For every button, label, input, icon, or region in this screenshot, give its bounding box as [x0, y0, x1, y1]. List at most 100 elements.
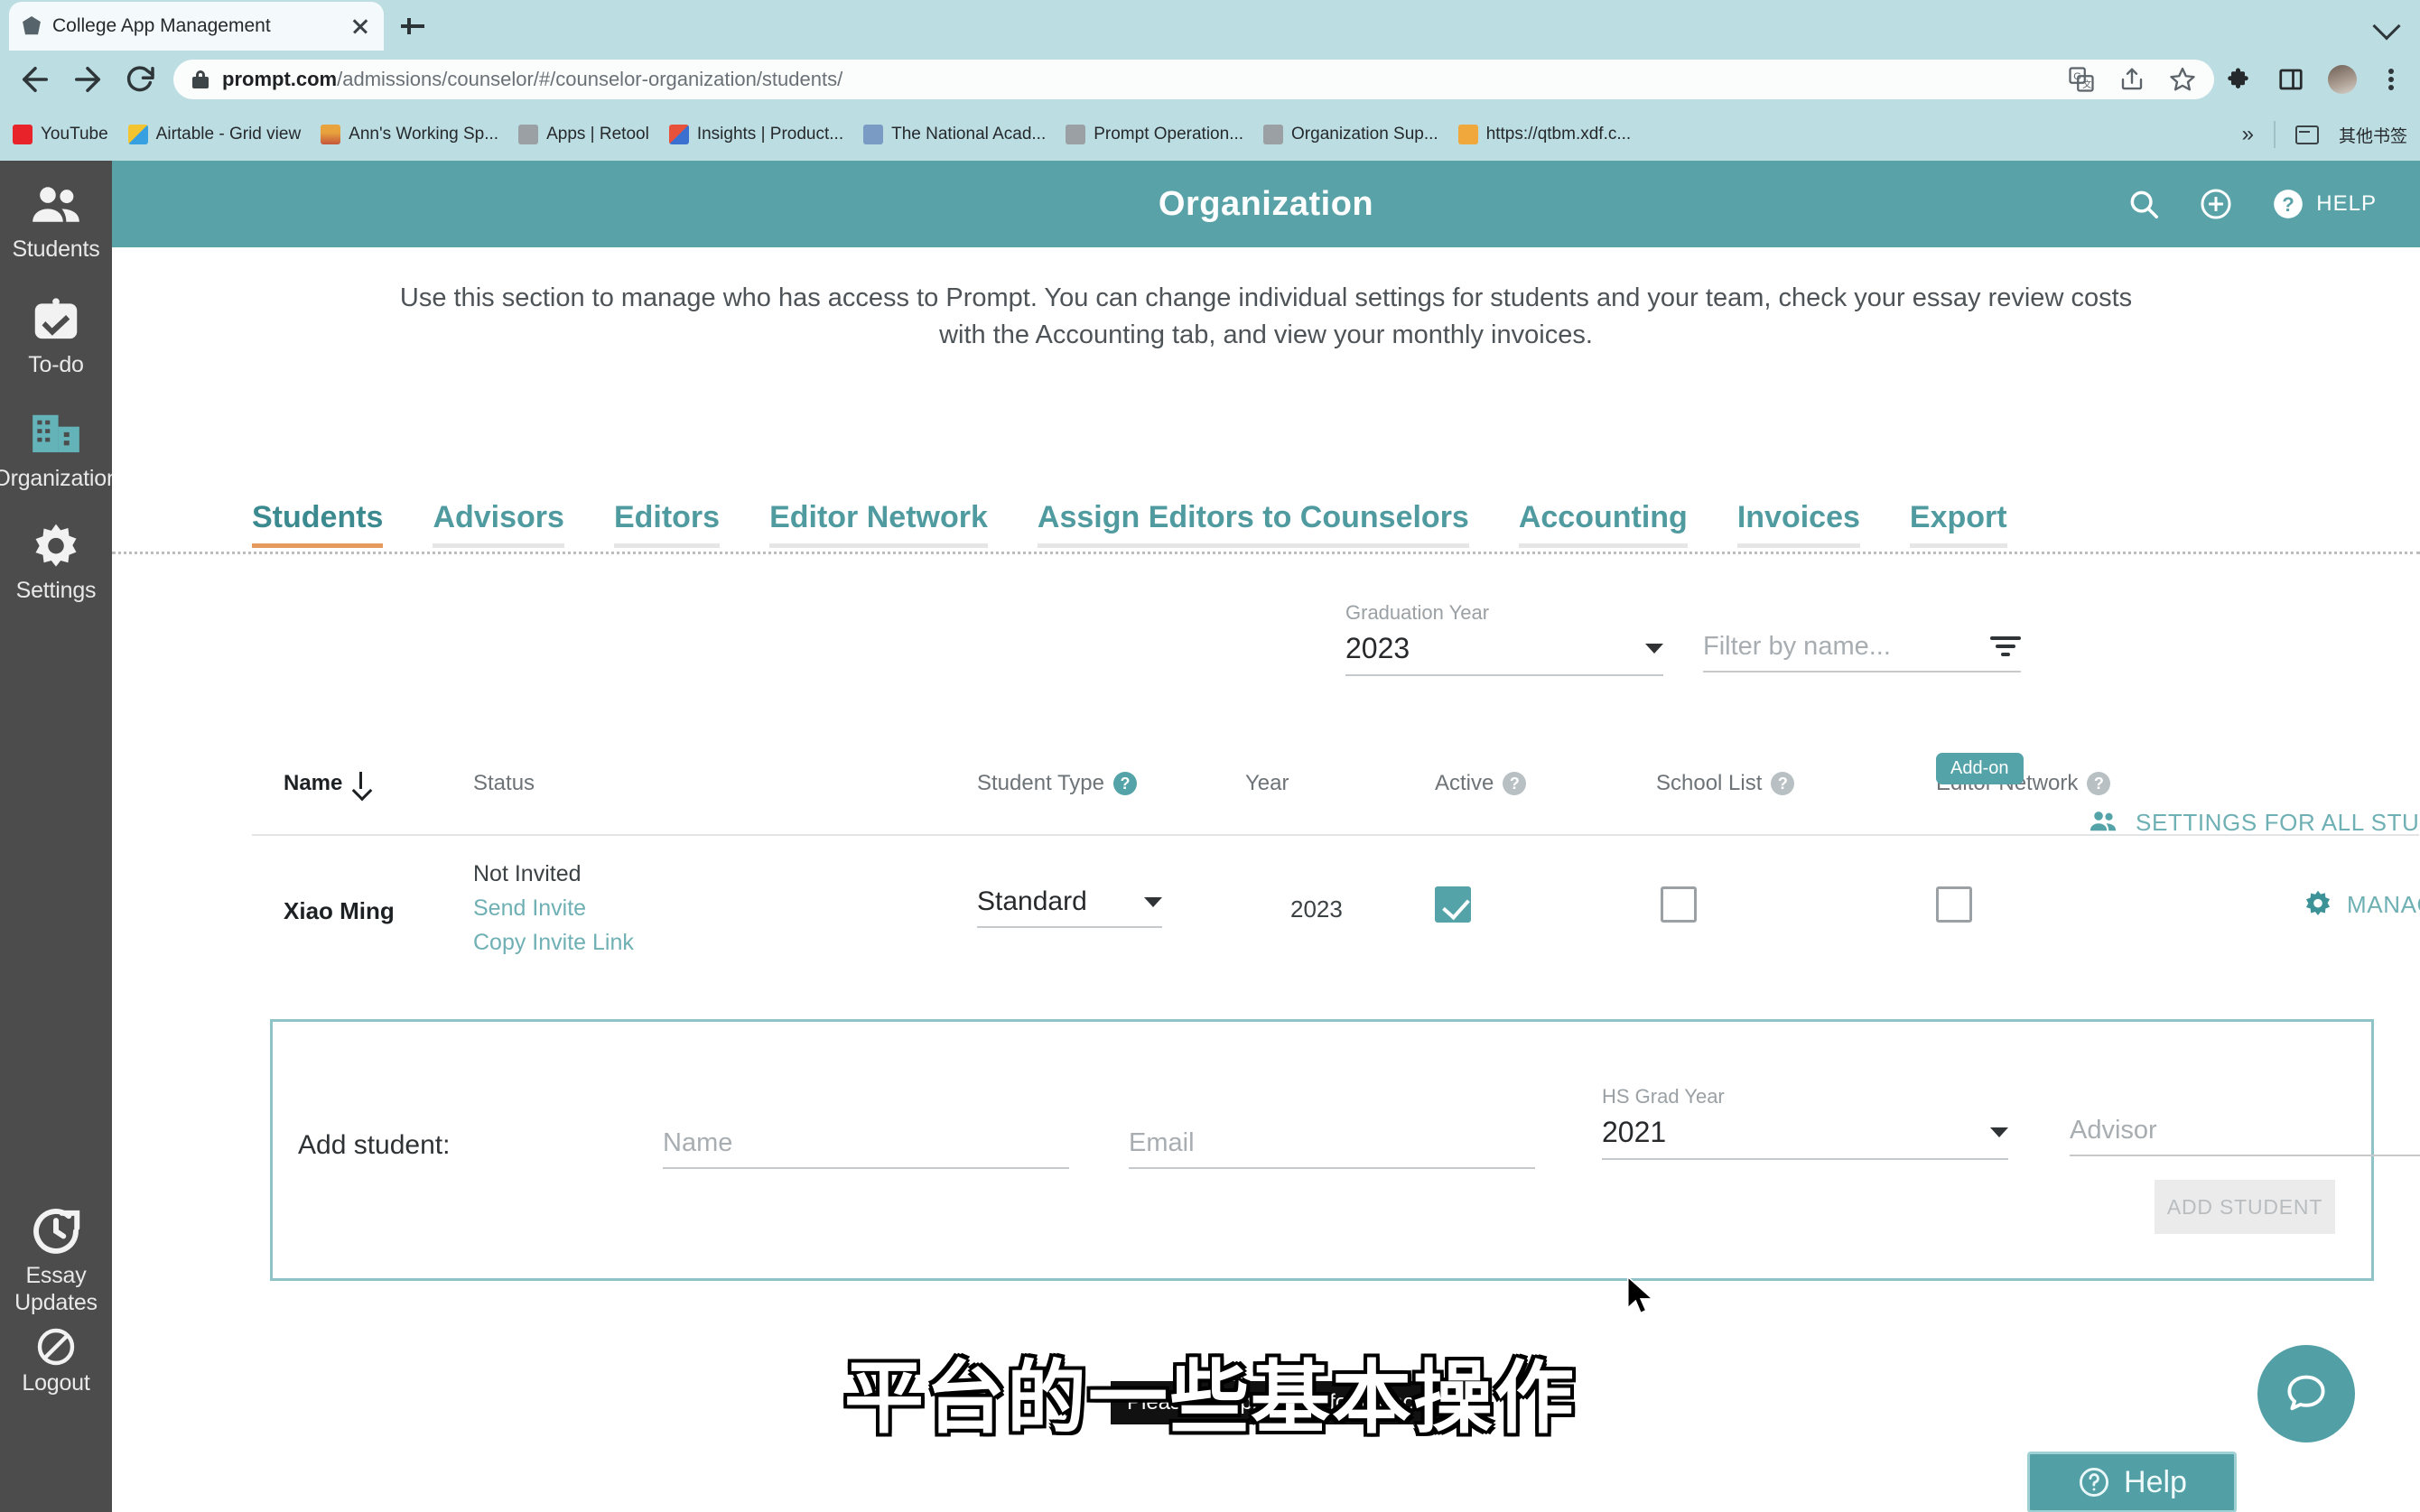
gear-icon: [35, 524, 77, 567]
editor-network-checkbox[interactable]: [1936, 886, 1972, 923]
bookmark-item[interactable]: Ann's Working Sp...: [321, 125, 498, 144]
bookmark-item[interactable]: Prompt Operation...: [1066, 125, 1243, 144]
chat-launcher-button[interactable]: [2257, 1345, 2355, 1442]
help-widget-label: Help: [2124, 1464, 2187, 1499]
forward-icon[interactable]: [69, 60, 107, 98]
profile-avatar[interactable]: [2328, 65, 2357, 94]
active-checkbox[interactable]: [1435, 886, 1471, 923]
new-tab-button[interactable]: [397, 11, 428, 42]
share-icon[interactable]: [2118, 66, 2145, 93]
omnibox-actions: G文: [2068, 66, 2196, 93]
add-student-email-input[interactable]: Email: [1129, 1128, 1535, 1169]
bookmark-item[interactable]: https://qtbm.xdf.c...: [1457, 125, 1632, 144]
add-student-name-input[interactable]: Name: [663, 1128, 1069, 1169]
help-icon[interactable]: ?: [1113, 772, 1137, 795]
svg-text:?: ?: [2283, 193, 2295, 216]
email-placeholder: Email: [1129, 1128, 1195, 1157]
bookmarks-bar: YouTube Airtable - Grid view Ann's Worki…: [0, 108, 2420, 161]
hs-grad-year-label: HS Grad Year: [1602, 1085, 1725, 1108]
sidebar-item-organization[interactable]: Organization: [0, 408, 119, 490]
close-icon[interactable]: [349, 15, 371, 37]
url-text: prompt.com/admissions/counselor/#/counse…: [222, 68, 842, 91]
send-invite-link[interactable]: Send Invite: [473, 895, 634, 922]
name-filter-field[interactable]: Filter by name...: [1703, 632, 2021, 673]
retool-icon: [1263, 125, 1284, 144]
bookmark-item[interactable]: Organization Sup...: [1263, 125, 1438, 144]
tab-students[interactable]: Students: [252, 500, 384, 548]
sidebar-item-label: Settings: [15, 578, 97, 603]
column-year: Year: [1245, 771, 1289, 796]
side-panel-icon[interactable]: [2277, 66, 2304, 93]
bookmark-label: https://qtbm.xdf.c...: [1485, 125, 1632, 144]
manage-button[interactable]: MANAGE: [2302, 888, 2420, 921]
add-student-grad-year-select[interactable]: HS Grad Year 2021: [1602, 1085, 2008, 1160]
sort-desc-icon[interactable]: [351, 772, 371, 795]
chevron-down-icon[interactable]: [2372, 12, 2401, 41]
url-path: /admissions/counselor/#/counselor-organi…: [337, 68, 843, 90]
tab-advisors[interactable]: Advisors: [433, 500, 564, 548]
bookmarks-overflow: » 其他书签: [2242, 121, 2407, 148]
bookmarks-overflow-icon[interactable]: »: [2242, 122, 2254, 147]
tab-export[interactable]: Export: [1909, 500, 2007, 548]
chrome-menu-icon[interactable]: [2380, 65, 2404, 94]
graduation-year-select[interactable]: Graduation Year 2023: [1345, 601, 1663, 676]
school-list-checkbox[interactable]: [1661, 886, 1697, 923]
bookmark-item[interactable]: Airtable - Grid view: [127, 125, 301, 144]
search-input[interactable]: Filter by name...: [1703, 632, 1891, 662]
insights-icon: [668, 125, 689, 144]
bookmark-item[interactable]: Apps | Retool: [518, 125, 649, 144]
help-icon[interactable]: ?: [2087, 772, 2111, 795]
sidebar-item-settings[interactable]: Settings: [0, 520, 112, 602]
sidebar: Students To-do Organization Settings Ess…: [0, 161, 119, 1512]
help-widget-button[interactable]: Help: [2027, 1452, 2237, 1512]
column-active: Active ?: [1435, 771, 1527, 796]
column-status: Status: [473, 771, 535, 796]
national-academies-icon: [863, 125, 884, 144]
extensions-puzzle-icon[interactable]: [2227, 66, 2254, 93]
address-bar[interactable]: prompt.com/admissions/counselor/#/counse…: [173, 60, 2214, 99]
bookmark-item[interactable]: The National Acad...: [863, 125, 1046, 144]
plus-circle-icon[interactable]: [2199, 187, 2233, 221]
student-type-select[interactable]: Standard: [977, 886, 1162, 928]
status-text: Not Invited: [473, 861, 582, 886]
sidebar-item-to-do[interactable]: To-do: [0, 294, 112, 376]
divider: [2273, 121, 2276, 148]
table-header: Name Status Student Type ? Year Active ?: [112, 735, 2420, 825]
folder-icon[interactable]: [2294, 125, 2319, 144]
sidebar-item-label: Students: [12, 237, 100, 262]
bookmark-item[interactable]: Insights | Product...: [668, 125, 843, 144]
filter-icon[interactable]: [1990, 635, 2021, 660]
column-label: School List: [1656, 771, 1763, 795]
help-icon[interactable]: ?: [1503, 772, 1527, 795]
tab-accounting[interactable]: Accounting: [1518, 500, 1688, 548]
table-row: Xiao Ming Not Invited Send Invite Copy I…: [112, 843, 2420, 979]
copy-invite-link[interactable]: Copy Invite Link: [473, 930, 634, 956]
browser-toolbar: prompt.com/admissions/counselor/#/counse…: [0, 51, 2420, 108]
tab-editor-network[interactable]: Editor Network: [769, 500, 988, 548]
browser-chrome: College App Management prompt.com/admiss…: [0, 0, 2420, 161]
add-student-button[interactable]: ADD STUDENT: [2155, 1180, 2335, 1234]
chat-bubble-icon: [2287, 1375, 2325, 1411]
help-icon[interactable]: ?: [1771, 772, 1795, 795]
add-student-advisor-select[interactable]: Advisor: [2070, 1116, 2420, 1156]
help-label: HELP: [2316, 191, 2377, 216]
sidebar-item-students[interactable]: Students: [0, 179, 112, 261]
search-icon[interactable]: [2127, 187, 2161, 221]
youtube-icon: [13, 125, 33, 144]
tab-assign-editors-to-counselors[interactable]: Assign Editors to Counselors: [1037, 500, 1469, 548]
help-button[interactable]: ? HELP: [2271, 187, 2377, 221]
bookmark-label: Apps | Retool: [546, 125, 649, 144]
back-icon[interactable]: [16, 60, 54, 98]
cell-manage: MANAGE: [2302, 888, 2420, 921]
tab-editors[interactable]: Editors: [613, 500, 721, 548]
app-header: Organization ? HELP: [112, 161, 2420, 247]
bookmark-item[interactable]: YouTube: [13, 125, 108, 144]
reload-icon[interactable]: [121, 60, 159, 98]
column-name[interactable]: Name: [284, 771, 371, 796]
tab-invoices[interactable]: Invoices: [1736, 500, 1860, 548]
airtable-icon: [127, 125, 148, 144]
sidebar-item-essay-updates[interactable]: Essay Updates: [0, 1203, 112, 1316]
bookmark-star-icon[interactable]: [2169, 66, 2196, 93]
browser-tab[interactable]: College App Management: [9, 2, 384, 51]
translate-icon[interactable]: G文: [2068, 66, 2095, 93]
